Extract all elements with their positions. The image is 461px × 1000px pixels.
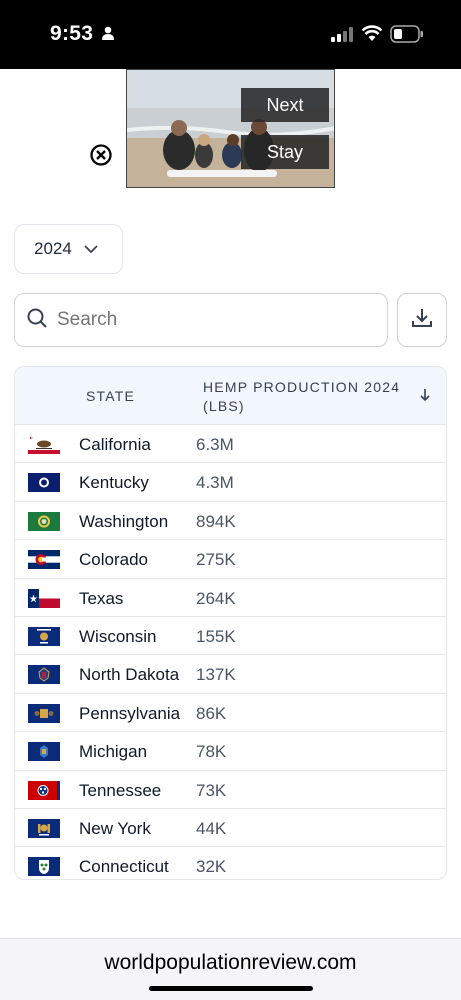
sort-arrow-down-icon[interactable] bbox=[419, 388, 431, 405]
state-name: Connecticut bbox=[79, 857, 169, 877]
table-row[interactable]: North Dakota 137K bbox=[15, 655, 446, 694]
status-bar: 9:53 bbox=[0, 0, 461, 69]
video-ad: Next Stay bbox=[0, 69, 461, 199]
state-name: Michigan bbox=[79, 742, 148, 762]
state-name: Colorado bbox=[79, 550, 148, 570]
michigan-flag bbox=[28, 742, 60, 762]
url-text[interactable]: worldpopulationreview.com bbox=[0, 951, 461, 975]
table-row[interactable]: Texas 264K bbox=[15, 579, 446, 617]
state-name: Pennsylvania bbox=[79, 703, 181, 723]
download-icon bbox=[411, 307, 433, 334]
browser-url-bar[interactable]: worldpopulationreview.com bbox=[0, 938, 461, 1000]
table-row[interactable]: Kentucky 4.3M bbox=[15, 463, 446, 502]
wisconsin-flag bbox=[28, 626, 60, 646]
year-dropdown-value: 2024 bbox=[34, 239, 72, 258]
table-row[interactable]: Pennsylvania 86K bbox=[15, 694, 446, 733]
column-header-state[interactable]: STATE bbox=[86, 388, 135, 404]
production-value: 275K bbox=[196, 550, 236, 570]
state-name: New York bbox=[79, 818, 151, 838]
next-button[interactable]: Next bbox=[241, 88, 329, 122]
california-flag bbox=[28, 435, 60, 454]
production-value: 73K bbox=[196, 780, 227, 800]
state-name: California bbox=[79, 435, 151, 454]
production-value: 6.3M bbox=[196, 435, 234, 454]
production-value: 32K bbox=[196, 857, 227, 877]
search-box[interactable] bbox=[14, 293, 388, 347]
table-header: STATE HEMP PRODUCTION 2024 (LBS) bbox=[15, 367, 446, 425]
texas-flag bbox=[28, 588, 60, 608]
tennessee-flag bbox=[28, 780, 60, 800]
cellular-signal-icon bbox=[331, 27, 353, 47]
state-name: North Dakota bbox=[79, 665, 180, 685]
table-row[interactable]: Wisconsin 155K bbox=[15, 617, 446, 656]
connecticut-flag bbox=[28, 857, 60, 877]
production-value: 894K bbox=[196, 511, 236, 531]
state-name: Washington bbox=[79, 511, 169, 531]
production-value: 155K bbox=[196, 626, 236, 646]
kentucky-flag bbox=[28, 473, 60, 493]
new-york-flag bbox=[28, 818, 60, 838]
table-row[interactable]: New York 44K bbox=[15, 809, 446, 848]
production-value: 264K bbox=[196, 588, 236, 608]
download-button[interactable] bbox=[397, 293, 447, 347]
pennsylvania-flag bbox=[28, 703, 60, 723]
state-name: Kentucky bbox=[79, 473, 149, 493]
status-time: 9:53 bbox=[50, 22, 94, 45]
table-row[interactable]: Washington 894K bbox=[15, 502, 446, 541]
column-header-production[interactable]: HEMP PRODUCTION 2024 (LBS) bbox=[203, 378, 413, 416]
table-row[interactable]: Michigan 78K bbox=[15, 732, 446, 771]
home-indicator[interactable] bbox=[149, 986, 313, 991]
table-row[interactable]: California 6.3M bbox=[15, 425, 446, 464]
person-icon bbox=[101, 26, 115, 45]
chevron-down-icon bbox=[72, 239, 98, 259]
table-row[interactable]: Tennessee 73K bbox=[15, 771, 446, 809]
wifi-icon bbox=[361, 24, 383, 47]
close-icon[interactable] bbox=[90, 144, 112, 171]
production-value: 4.3M bbox=[196, 473, 234, 493]
search-input[interactable] bbox=[57, 309, 357, 331]
search-icon bbox=[27, 308, 57, 333]
washington-flag bbox=[28, 511, 60, 531]
table-row[interactable]: Colorado 275K bbox=[15, 540, 446, 579]
hemp-production-table: STATE HEMP PRODUCTION 2024 (LBS) Califor… bbox=[14, 366, 447, 880]
production-value: 44K bbox=[196, 818, 227, 838]
ad-video-thumbnail[interactable] bbox=[126, 69, 335, 188]
battery-icon bbox=[390, 25, 424, 48]
production-value: 78K bbox=[196, 742, 227, 762]
state-name: Wisconsin bbox=[79, 626, 157, 646]
colorado-flag bbox=[28, 550, 60, 570]
year-dropdown[interactable]: 2024 bbox=[14, 224, 123, 274]
production-value: 137K bbox=[196, 665, 236, 685]
state-name: Texas bbox=[79, 588, 124, 608]
production-value: 86K bbox=[196, 703, 227, 723]
stay-button[interactable]: Stay bbox=[241, 135, 329, 169]
table-row[interactable]: Connecticut 32K bbox=[15, 847, 446, 879]
state-name: Tennessee bbox=[79, 780, 162, 800]
north-dakota-flag bbox=[28, 665, 60, 685]
